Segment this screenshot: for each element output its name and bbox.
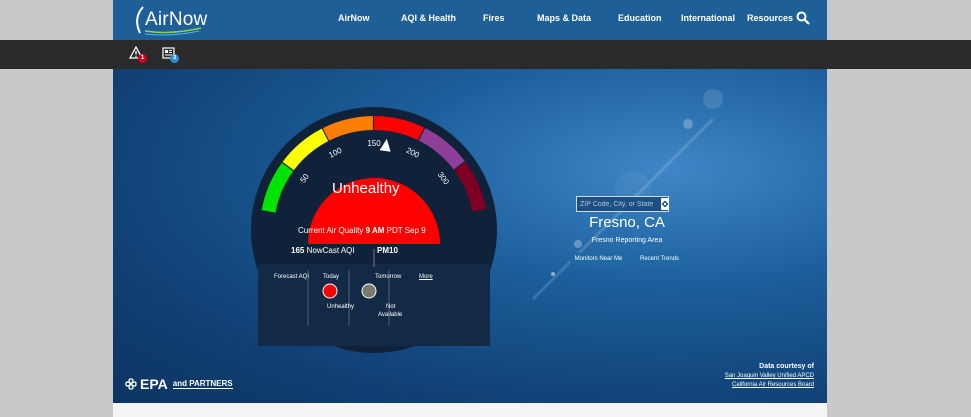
notices-button[interactable]: 3	[162, 46, 180, 63]
tomorrow-status-line1: Not	[386, 304, 396, 310]
more-forecast-link[interactable]: More	[419, 274, 433, 280]
recent-trends-button[interactable]: Recent Trends	[633, 253, 686, 265]
alerts-count-badge: 1	[138, 54, 147, 63]
notices-count-badge: 3	[170, 54, 179, 63]
current-air-quality-line: Current Air Quality 9 AM PDT Sep 9	[298, 226, 426, 235]
nav-education[interactable]: Education	[618, 13, 662, 23]
aqi-category-label: Unhealthy	[332, 180, 400, 197]
epa-partners-logo[interactable]: EPA and PARTNERS	[125, 376, 233, 392]
epa-text: EPA	[140, 376, 168, 392]
epa-flower-icon	[125, 378, 137, 390]
airnow-logo[interactable]: AirNow	[131, 4, 208, 36]
today-forecast-dot	[322, 283, 338, 299]
today-label: Today	[323, 274, 340, 280]
location-search-input[interactable]	[577, 197, 660, 211]
top-navigation: AirNow AirNow AQI & Health Fires Maps & …	[0, 0, 971, 40]
nav-aqi-health[interactable]: AQI & Health	[401, 13, 456, 23]
locate-icon	[661, 200, 669, 208]
tomorrow-label: Tomorrow	[375, 274, 402, 280]
partners-text: and PARTNERS	[172, 379, 233, 389]
nav-fires[interactable]: Fires	[483, 13, 505, 23]
courtesy-title: Data courtesy of	[759, 363, 814, 370]
location-search-button[interactable]	[661, 198, 669, 210]
nowcast-aqi: 165 NowCast AQI	[291, 246, 355, 255]
nav-airnow[interactable]: AirNow	[338, 13, 370, 23]
content-below-hero	[113, 403, 827, 417]
reporting-area: Fresno Reporting Area	[591, 237, 663, 244]
alert-bar: 1 3 77 °F	[0, 40, 971, 100]
logo-text: AirNow	[145, 9, 208, 30]
monitors-near-me-button[interactable]: Monitors Near Me	[570, 253, 627, 265]
data-courtesy: Data courtesy of San Joaquin Valley Unif…	[725, 363, 814, 390]
tomorrow-forecast-dot	[361, 283, 377, 299]
top-navigation-bar: AirNow AirNow AQI & Health Fires Maps & …	[113, 0, 827, 40]
nav-resources[interactable]: Resources	[747, 13, 793, 23]
hero-panel: 50 100 150 200 300 Unhealthy Current Air Qua…	[113, 69, 827, 403]
nav-maps-data[interactable]: Maps & Data	[537, 13, 591, 23]
nav-international[interactable]: International	[681, 13, 735, 23]
forecast-aqi-label: Forecast AQI	[274, 274, 310, 280]
pollutant-label: PM10	[377, 246, 398, 255]
search-icon[interactable]	[796, 11, 810, 25]
alerts-button[interactable]: 1	[128, 45, 147, 63]
source-link-sjv[interactable]: San Joaquin Valley Unified APCD	[725, 372, 814, 381]
city-name: Fresno, CA	[589, 214, 665, 231]
location-search	[576, 196, 669, 212]
source-link-carb[interactable]: California Air Resources Board	[725, 381, 814, 390]
tomorrow-status-line2: Available	[378, 312, 403, 318]
today-status: Unhealthy	[327, 304, 355, 310]
tick-label-150: 150	[367, 139, 381, 148]
